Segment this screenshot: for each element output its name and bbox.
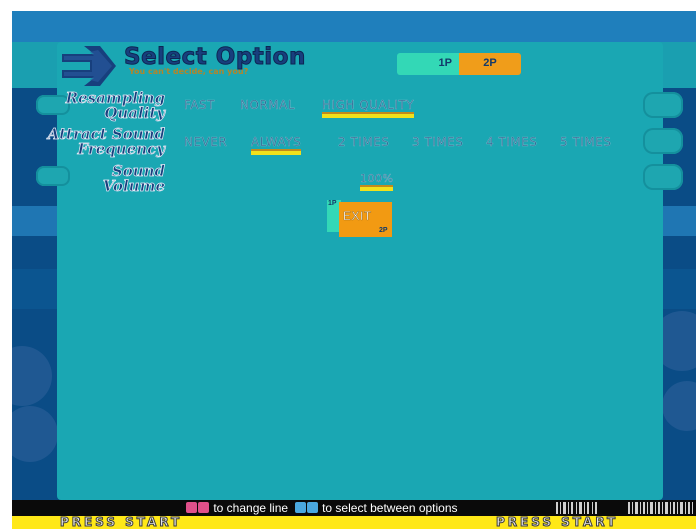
side-pill-decoration xyxy=(36,166,70,186)
option-high-quality[interactable]: HIGH QUALITY xyxy=(322,98,415,114)
arrow-logo-icon xyxy=(62,46,116,86)
page-subtitle: You can't decide, can you? xyxy=(129,67,249,76)
help-bar: to change line to select between options xyxy=(12,500,696,516)
press-start-left: PRESS START xyxy=(59,515,183,529)
help-text: to change line to select between options xyxy=(186,501,458,515)
exit-1p-tag: 1P xyxy=(328,200,337,207)
exit-button[interactable]: 1P EXIT 2P xyxy=(327,200,392,238)
up-key-icon xyxy=(186,502,197,513)
barcode-decoration xyxy=(556,502,693,514)
player-indicator: 1P 2P xyxy=(397,53,521,75)
option-always[interactable]: ALWAYS xyxy=(251,135,302,151)
player-1-tab[interactable]: 1P xyxy=(397,53,459,75)
sound-volume-label: Sound Volume xyxy=(102,163,165,195)
option-4-times[interactable]: 4 TIMES xyxy=(486,135,537,149)
game-screen: Select Option You can't decide, can you?… xyxy=(0,0,696,529)
option-normal[interactable]: NORMAL xyxy=(240,98,295,112)
exit-label: EXIT xyxy=(343,209,372,223)
player-2-tab[interactable]: 2P xyxy=(459,53,521,75)
background-circle xyxy=(12,346,52,406)
exit-2p-tag: 2P xyxy=(379,227,388,234)
resampling-quality-label: Resampling Quality xyxy=(65,90,165,122)
right-key-icon xyxy=(306,502,318,513)
left-key-icon xyxy=(294,502,306,513)
side-pill-decoration xyxy=(643,164,683,190)
background-circle xyxy=(12,406,58,462)
label-line: Frequency xyxy=(77,140,165,158)
side-pill-decoration xyxy=(643,92,683,118)
option-never[interactable]: NEVER xyxy=(184,135,227,149)
side-pill-decoration xyxy=(643,128,683,154)
label-line: Quality xyxy=(104,104,165,122)
option-3-times[interactable]: 3 TIMES xyxy=(412,135,463,149)
press-start-right: PRESS START xyxy=(495,515,619,529)
option-5-times[interactable]: 5 TIMES xyxy=(560,135,611,149)
help-change-line: to change line xyxy=(213,501,289,515)
down-key-icon xyxy=(198,502,209,513)
help-select-options: to select between options xyxy=(322,501,458,515)
label-line: Volume xyxy=(102,177,165,195)
option-fast[interactable]: FAST xyxy=(184,98,215,112)
option-volume-100[interactable]: 100% xyxy=(360,172,394,187)
option-2-times[interactable]: 2 TIMES xyxy=(338,135,389,149)
press-start-bar: PRESS START PRESS START xyxy=(12,515,696,529)
attract-sound-frequency-label: Attract Sound Frequency xyxy=(47,126,165,158)
background-circle xyxy=(662,381,696,431)
